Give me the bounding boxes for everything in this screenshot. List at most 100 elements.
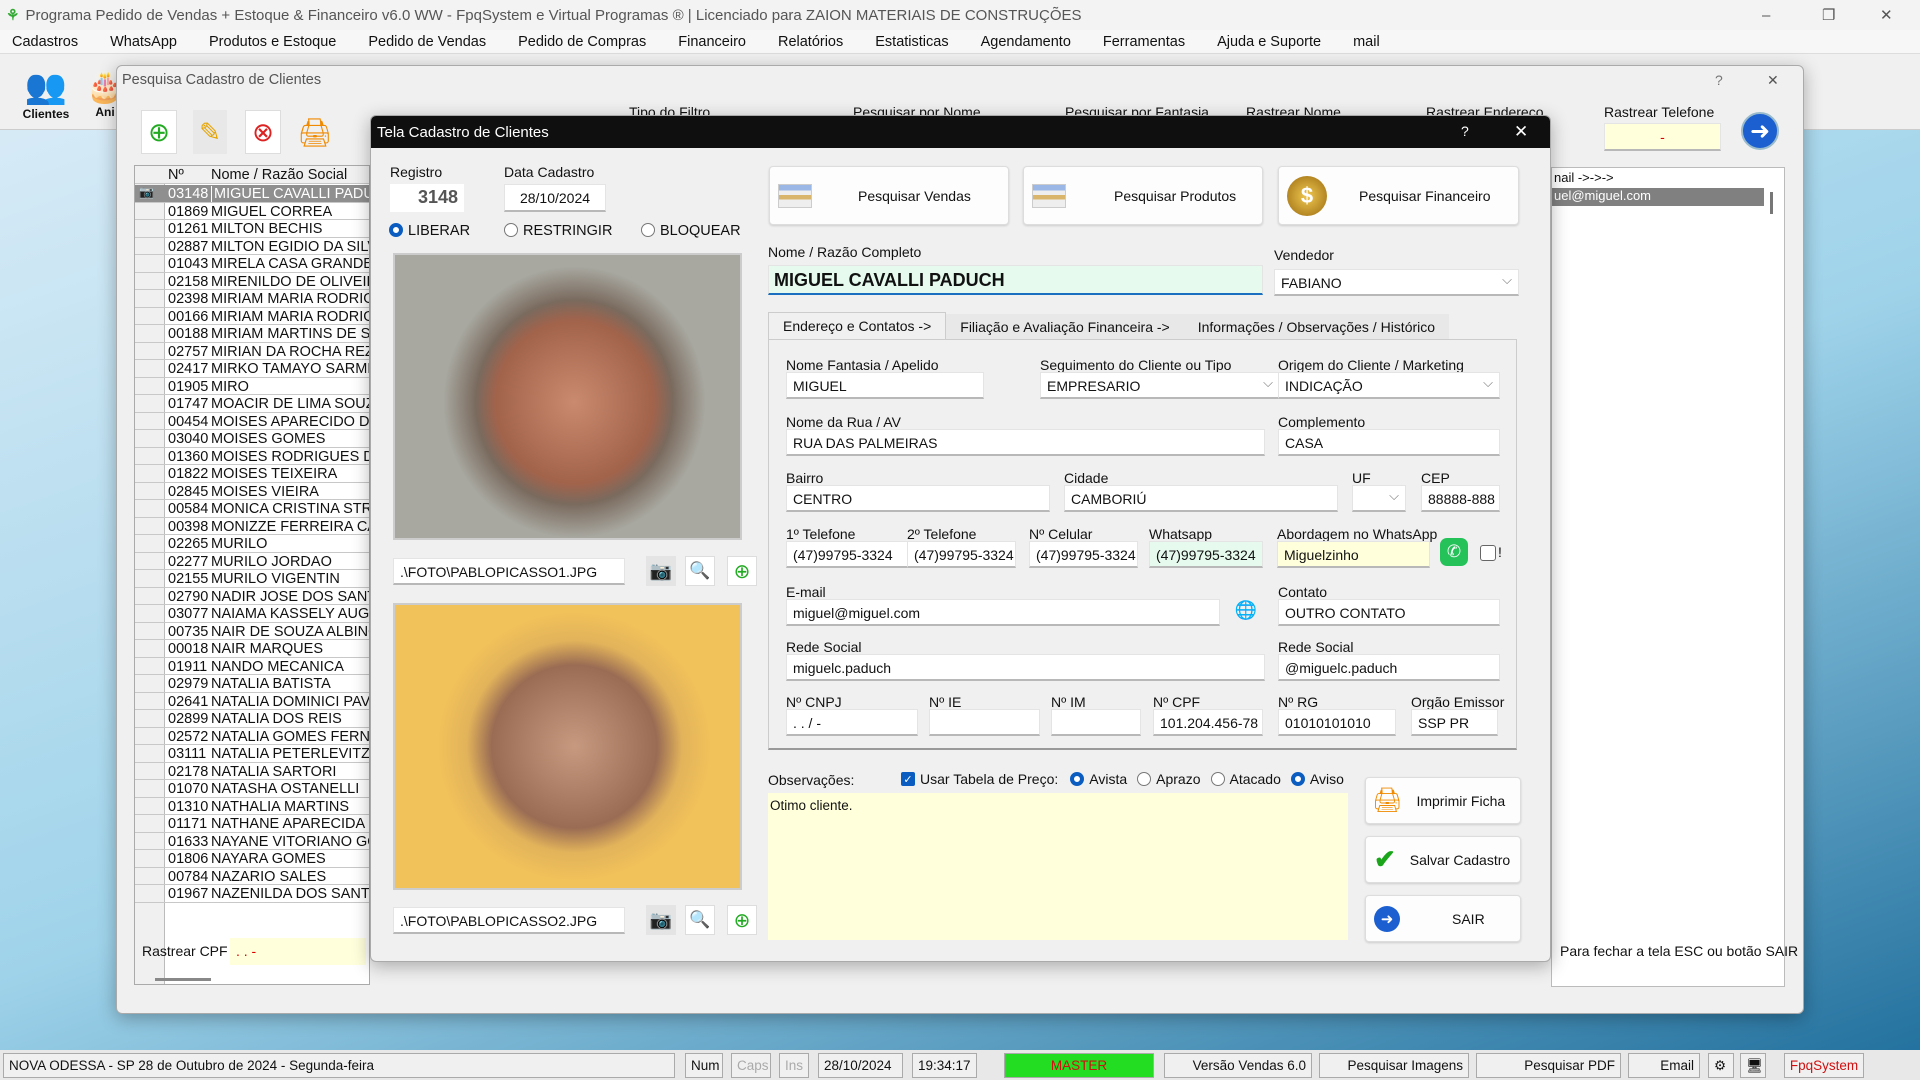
table-row[interactable]: 00188 MIRIAM MARTINS DE SO xyxy=(135,325,369,343)
cep-input[interactable]: 88888-888 xyxy=(1421,485,1500,512)
grid-hscrollbar[interactable] xyxy=(155,978,211,981)
status-radio-restringir[interactable]: RESTRINGIR xyxy=(504,223,641,239)
table-row[interactable]: 02899 NATALIA DOS REIS xyxy=(135,710,369,728)
table-row[interactable]: 01633 NAYANE VITORIANO GO xyxy=(135,833,369,850)
minimize-button[interactable]: – xyxy=(1762,7,1770,24)
tab-1[interactable]: Filiação e Avaliação Financeira -> xyxy=(946,314,1184,339)
client-photo-2[interactable] xyxy=(393,603,742,890)
rua-input[interactable]: RUA DAS PALMEIRAS xyxy=(786,429,1265,456)
table-row[interactable]: 03148MIGUEL CAVALLI PADUCH 📷 xyxy=(135,185,369,203)
menu-whatsapp[interactable]: WhatsApp xyxy=(110,34,197,50)
table-row[interactable]: 01806 NAYARA GOMES xyxy=(135,850,369,868)
table-row[interactable]: 01360 MOISES RODRIGUES DE xyxy=(135,448,369,465)
table-row[interactable]: 02641 NATALIA DOMINICI PAVA xyxy=(135,693,369,710)
table-row[interactable]: 01822 MOISES TEIXEIRA xyxy=(135,465,369,483)
use-price-table-checkbox[interactable]: ✓ xyxy=(901,772,915,786)
table-row[interactable]: 02277 MURILO JORDAO xyxy=(135,553,369,570)
monitor-icon[interactable]: 🖥 xyxy=(1740,1053,1766,1078)
wa-input[interactable]: (47)99795-3324 xyxy=(1149,541,1263,568)
abord-input[interactable]: Miguelzinho xyxy=(1277,541,1430,568)
ie-input[interactable] xyxy=(929,709,1040,736)
status-radio-bloquear[interactable]: BLOQUEAR xyxy=(641,223,778,239)
add-photo-icon[interactable]: ⊕ xyxy=(727,905,757,935)
search-close-button[interactable]: ✕ xyxy=(1767,72,1779,89)
table-row[interactable]: 01905 MIRO xyxy=(135,378,369,395)
maximize-button[interactable]: ❐ xyxy=(1822,6,1835,24)
table-row[interactable]: 03040 MOISES GOMES xyxy=(135,430,369,448)
go-arrow-button[interactable]: ➜ xyxy=(1741,112,1779,150)
table-row[interactable]: 01869 MIGUEL CORREA xyxy=(135,203,369,220)
search-help-button[interactable]: ? xyxy=(1715,72,1723,88)
cidade-input[interactable]: CAMBORIÚ xyxy=(1064,485,1338,512)
table-row[interactable]: 00398 MONIZZE FERREIRA CAV xyxy=(135,518,369,535)
table-row[interactable]: 00784 NAZARIO SALES xyxy=(135,868,369,885)
dialog-help-button[interactable]: ? xyxy=(1461,123,1469,139)
price-radio-avista[interactable]: Avista xyxy=(1070,771,1127,787)
photo1-path-input[interactable]: .\FOTO\PABLOPICASSO1.JPG xyxy=(393,558,625,585)
table-row[interactable]: 02845 MOISES VIEIRA xyxy=(135,483,369,500)
delete-client-icon[interactable]: ⊗ xyxy=(245,110,281,154)
whatsapp-icon[interactable]: ✆ xyxy=(1440,538,1468,566)
menu-produtos-e-estoque[interactable]: Produtos e Estoque xyxy=(209,34,356,50)
table-row[interactable]: 00018 NAIR MARQUES xyxy=(135,640,369,658)
menu-financeiro[interactable]: Financeiro xyxy=(678,34,766,50)
zoom-photo-icon[interactable]: 🔍 xyxy=(685,905,715,935)
email-input[interactable]: miguel@miguel.com xyxy=(786,599,1220,626)
table-row[interactable]: 02572NATALIA GOMES FERNAN xyxy=(135,728,369,745)
menu-ferramentas[interactable]: Ferramentas xyxy=(1103,34,1205,50)
add-photo-icon[interactable]: ⊕ xyxy=(727,556,757,586)
send-email-icon[interactable]: 🌐 xyxy=(1231,595,1261,625)
right-grid-scrollbar[interactable] xyxy=(1770,192,1773,214)
email-button[interactable]: Email xyxy=(1628,1053,1700,1078)
table-row[interactable]: 01310 NATHALIA MARTINS xyxy=(135,798,369,815)
photo2-path-input[interactable]: .\FOTO\PABLOPICASSO2.JPG xyxy=(393,907,625,934)
tel1-input[interactable]: (47)99795-3324 xyxy=(786,541,920,568)
dialog-close-button[interactable]: ✕ xyxy=(1514,122,1528,142)
table-row[interactable]: 02155 MURILO VIGENTIN xyxy=(135,570,369,588)
cpf-input[interactable]: 101.204.456-78 xyxy=(1153,709,1263,736)
add-client-icon[interactable]: ⊕ xyxy=(141,110,177,154)
fantasia-input[interactable]: MIGUEL xyxy=(786,372,984,399)
table-row[interactable]: 00166 MIRIAM MARIA RODRIGU xyxy=(135,308,369,325)
table-row[interactable]: 00584 MONICA CRISTINA STRA xyxy=(135,500,369,518)
close-button[interactable]: ✕ xyxy=(1880,6,1893,24)
menu-ajuda-e-suporte[interactable]: Ajuda e Suporte xyxy=(1217,34,1341,50)
table-row[interactable]: 02757 MIRIAN DA ROCHA REZE xyxy=(135,343,369,360)
search-images-button[interactable]: Pesquisar Imagens xyxy=(1319,1053,1469,1078)
table-row[interactable]: 00454 MOISES APARECIDO DE xyxy=(135,413,369,430)
table-row[interactable]: 02178 NATALIA SARTORI xyxy=(135,763,369,780)
menu-estatisticas[interactable]: Estatisticas xyxy=(875,34,968,50)
menu-cadastros[interactable]: Cadastros xyxy=(12,34,98,50)
contato-input[interactable]: OUTRO CONTATO xyxy=(1278,599,1500,626)
camera-icon[interactable]: 📷 xyxy=(646,905,676,935)
print-icon[interactable]: 🖨 xyxy=(297,110,333,154)
settings-icon[interactable]: ⚙ xyxy=(1708,1053,1734,1078)
cnpj-input[interactable]: . . / - xyxy=(786,709,918,736)
price-radio-aprazo[interactable]: Aprazo xyxy=(1137,771,1201,787)
table-row[interactable]: 03111 NATALIA PETERLEVITZ F xyxy=(135,745,369,763)
save-record-button[interactable]: ✔ Salvar Cadastro xyxy=(1365,836,1521,883)
menu-agendamento[interactable]: Agendamento xyxy=(981,34,1091,50)
table-row[interactable]: 01171 NATHANE APARECIDA M xyxy=(135,815,369,833)
menu-relat-rios[interactable]: Relatórios xyxy=(778,34,863,50)
table-row[interactable]: 01911 NANDO MECANICA xyxy=(135,658,369,675)
menu-pedido-de-compras[interactable]: Pedido de Compras xyxy=(518,34,666,50)
track-phone-input[interactable]: - xyxy=(1604,123,1721,151)
brand-label[interactable]: FpqSystem xyxy=(1784,1053,1864,1078)
table-row[interactable]: 01070 NATASHA OSTANELLI xyxy=(135,780,369,798)
status-version[interactable]: Versão Vendas 6.0 xyxy=(1164,1053,1312,1078)
zoom-photo-icon[interactable]: 🔍 xyxy=(685,556,715,586)
status-radio-liberar[interactable]: LIBERAR xyxy=(389,223,504,239)
seg-select[interactable]: EMPRESARIO xyxy=(1040,372,1280,399)
orgao-input[interactable]: SSP PR xyxy=(1411,709,1498,736)
search-sales-button[interactable]: Pesquisar Vendas xyxy=(769,166,1009,225)
tab-2[interactable]: Informações / Observações / Histórico xyxy=(1183,314,1450,339)
search-finance-button[interactable]: $ Pesquisar Financeiro xyxy=(1278,166,1519,225)
right-grid-selected-row[interactable]: uel@miguel.com xyxy=(1552,188,1764,206)
edit-client-icon[interactable]: ✎ xyxy=(193,110,227,154)
table-row[interactable]: 01043 MIRELA CASA GRANDE F xyxy=(135,255,369,273)
right-grid[interactable]: nail ->->-> uel@miguel.com xyxy=(1551,167,1785,987)
vendedor-select[interactable]: FABIANO xyxy=(1274,269,1519,296)
print-record-button[interactable]: 🖨 Imprimir Ficha xyxy=(1365,777,1521,824)
table-row[interactable]: 03077NAIAMA KASSELY AUGUS xyxy=(135,605,369,623)
